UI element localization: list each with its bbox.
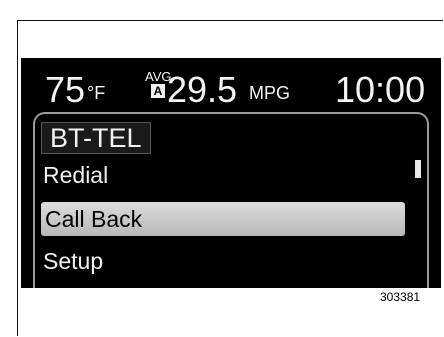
scrollbar-thumb[interactable] (415, 160, 421, 178)
outside-temperature: 75 (45, 69, 86, 110)
figure-code: 303381 (380, 290, 421, 304)
menu-item-call-back[interactable]: Call Back (41, 202, 405, 236)
menu-item-redial[interactable]: Redial (41, 158, 405, 192)
menu-panel: BT-TEL Redial Call Back Setup (33, 112, 429, 288)
fuel-economy-value: 29.5 (167, 69, 238, 110)
status-bar: 75 °F AVG. A 29.5 MPG 10:00 (21, 58, 441, 110)
menu-item-setup[interactable]: Setup (41, 244, 405, 278)
temperature-unit: °F (87, 83, 106, 103)
fuel-economy-unit: MPG (249, 83, 291, 103)
display-screen: 75 °F AVG. A 29.5 MPG 10:00 BT-TEL Redia… (21, 58, 441, 288)
clock: 10:00 (335, 69, 426, 110)
menu-title: BT-TEL (41, 122, 151, 154)
avg-trip-badge: A (151, 84, 165, 98)
